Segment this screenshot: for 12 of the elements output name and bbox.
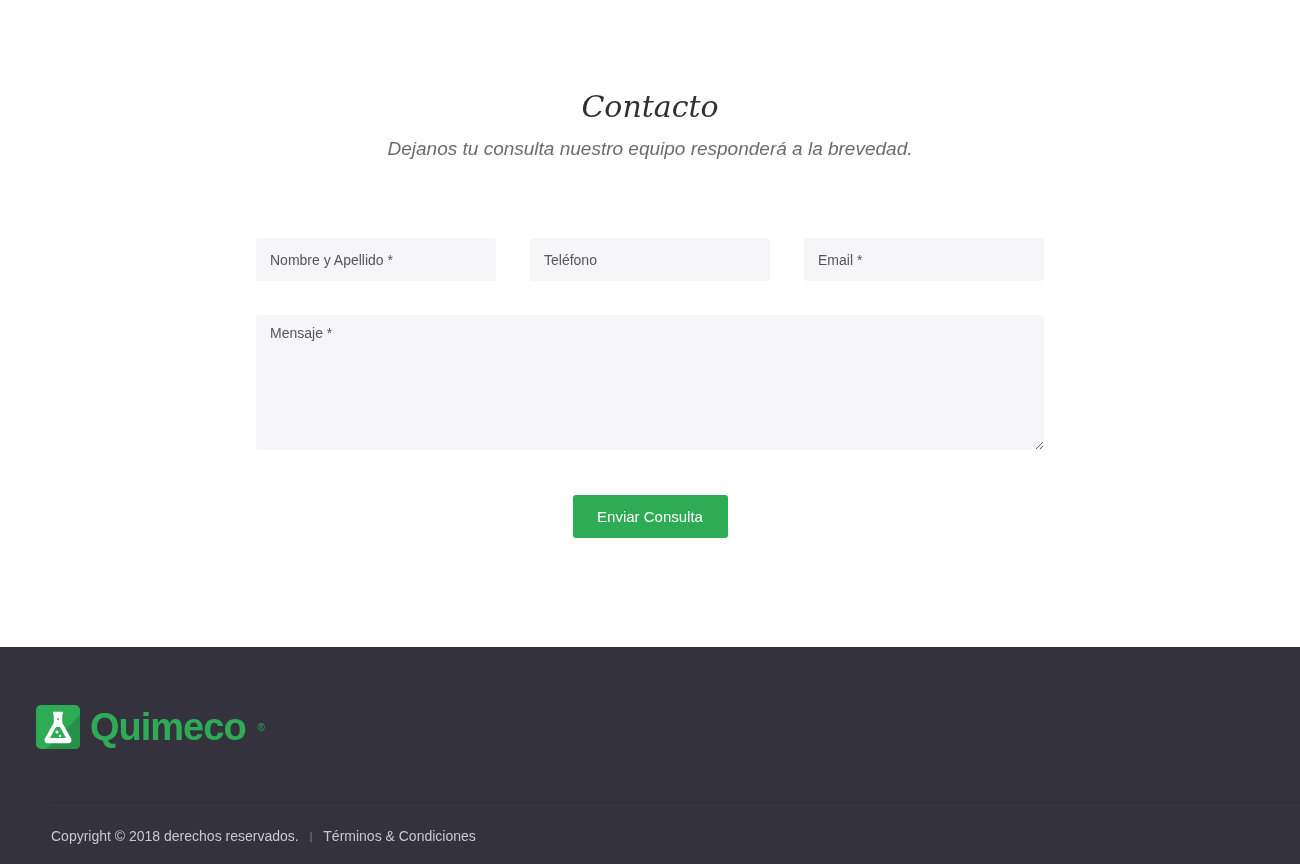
- logo-wordmark: Quimeco: [90, 705, 246, 749]
- registered-mark: ®: [257, 721, 265, 733]
- separator: |: [309, 830, 313, 842]
- section-title: Contacto: [581, 88, 719, 126]
- input-field[interactable]: Nombre y Apellido *: [256, 238, 496, 281]
- message-field[interactable]: Mensaje *: [256, 315, 1044, 450]
- input-field[interactable]: Teléfono: [530, 238, 770, 281]
- flask-logo-icon: [36, 705, 80, 749]
- copyright-text: Copyright © 2018 derechos reservados.: [51, 828, 299, 844]
- section-subtitle: Dejanos tu consulta nuestro equipo responderá a la brevedad.: [387, 137, 913, 161]
- input-field[interactable]: Email *: [804, 238, 1044, 281]
- terms-link[interactable]: Términos & Condiciones: [323, 828, 476, 844]
